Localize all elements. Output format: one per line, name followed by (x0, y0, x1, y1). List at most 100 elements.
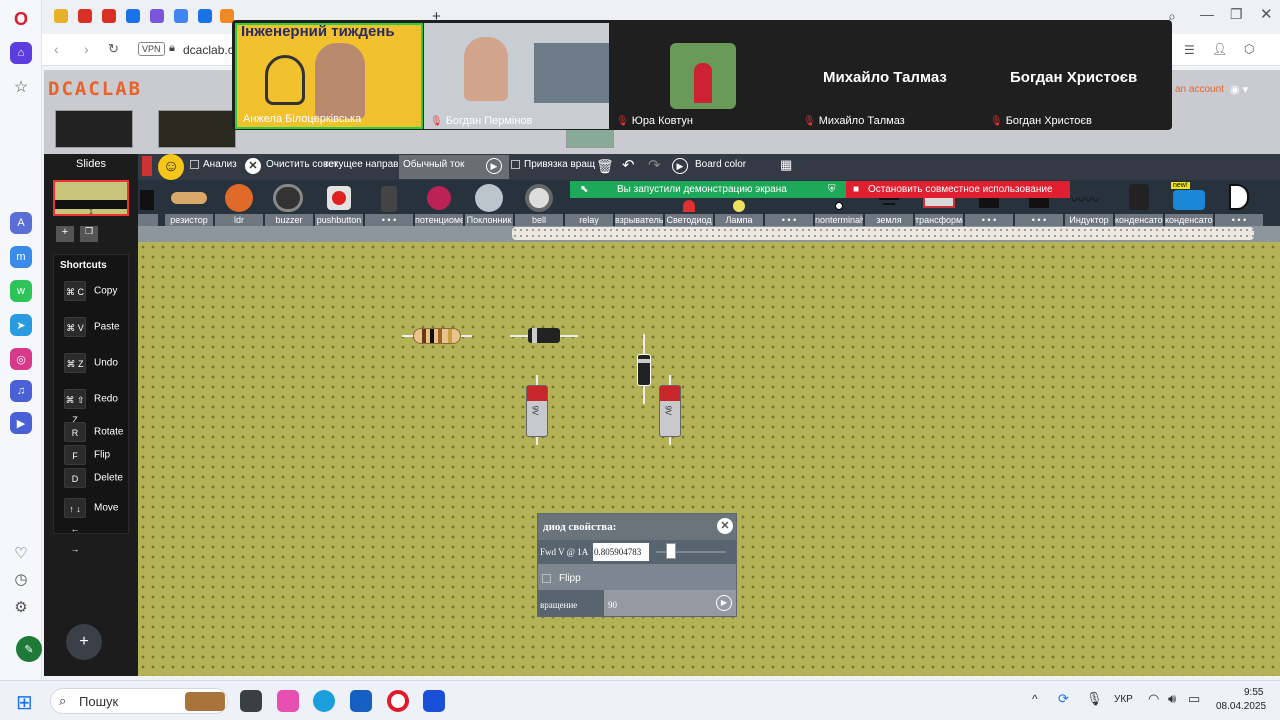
diode-component[interactable] (637, 354, 651, 386)
battery-icon[interactable]: ▭ (1188, 691, 1200, 707)
resistor-component[interactable] (413, 328, 461, 344)
volume-icon[interactable]: 🔊︎ (1168, 691, 1176, 707)
pen-icon[interactable]: ✎ (16, 636, 42, 662)
part-bell[interactable]: bell (515, 182, 563, 226)
opera-logo-icon[interactable]: O (10, 8, 32, 30)
vpn-badge[interactable]: VPN (138, 42, 165, 56)
undo-icon[interactable]: ↶ (622, 156, 635, 174)
close-icon[interactable]: ✕ (717, 518, 733, 534)
search-box[interactable]: ⌕ Пошук (50, 688, 228, 714)
windows-start-icon[interactable]: ⊞ (16, 690, 33, 715)
part-buzzer[interactable]: buzzer (265, 182, 313, 226)
settings-icon[interactable]: ⚙ (10, 596, 32, 618)
google-icon[interactable] (174, 9, 188, 23)
url-field[interactable]: dcaclab.c (183, 43, 234, 57)
rotation-value[interactable]: 90 (608, 600, 617, 610)
clear-icon[interactable]: ✕ (245, 158, 261, 174)
rotate-icon[interactable]: ▶ (716, 595, 732, 611)
clock-date[interactable]: 08.04.2025 (1216, 701, 1266, 712)
drive-icon[interactable] (126, 9, 140, 23)
copy-slide-button[interactable]: ❐ (80, 226, 98, 242)
part-resistor[interactable]: резистор (165, 182, 213, 226)
video-tile[interactable]: Інженерний тиждень Анжела Білоцерківська (235, 23, 423, 129)
stop-sharing-button[interactable]: ■ Остановить совместное использование (846, 181, 1070, 198)
tab-favicon[interactable] (150, 9, 164, 23)
home-icon[interactable]: ⌂ (10, 42, 32, 64)
breadboard-strip[interactable] (138, 226, 1280, 242)
opera-taskbar-icon[interactable] (387, 690, 409, 712)
aria-icon[interactable]: A (10, 212, 32, 234)
reload-icon[interactable]: ↻ (108, 41, 119, 57)
analysis-toggle[interactable]: Анализ (190, 159, 237, 170)
player-icon[interactable]: ▶ (10, 412, 32, 434)
pinboard-icon[interactable]: ☆ (10, 76, 32, 98)
zoom-icon[interactable] (423, 690, 445, 712)
edge-icon[interactable] (313, 690, 335, 712)
site-logo[interactable]: DCACLAB (48, 78, 142, 100)
snap-rotation-toggle[interactable]: Привязка вращ (511, 159, 595, 170)
history-icon[interactable]: ◷ (10, 568, 32, 590)
tab-favicon[interactable] (54, 9, 68, 23)
clock-time[interactable]: 9:55 (1244, 687, 1263, 698)
battery-component[interactable]: 9V (526, 385, 548, 437)
close-window-icon[interactable]: ✕ (1260, 5, 1273, 23)
copilot-icon[interactable] (277, 690, 299, 712)
slide-thumbnail[interactable]: 1 (53, 180, 129, 216)
slider-handle[interactable] (666, 543, 676, 559)
instagram-icon[interactable]: ◎ (10, 348, 32, 370)
video-tile[interactable]: Михайло Талмаз 🎙︎ Михайло Талмаз (797, 23, 983, 129)
store-icon[interactable] (350, 690, 372, 712)
restore-icon[interactable]: ❐ (1230, 6, 1243, 23)
template-thumbnail[interactable] (55, 110, 133, 148)
extensions-icon[interactable]: ⬡ (1244, 42, 1254, 56)
create-account-link[interactable]: an account (1175, 84, 1224, 95)
telegram-icon[interactable]: ➤ (10, 314, 32, 336)
battery-component[interactable]: 9V (659, 385, 681, 437)
task-view-icon[interactable] (240, 690, 262, 712)
part-more[interactable]: • • • (1215, 182, 1263, 226)
music-icon[interactable]: ♫ (10, 380, 32, 402)
template-thumbnail[interactable] (158, 110, 236, 148)
language-indicator[interactable]: УКР (1114, 694, 1133, 705)
minimize-icon[interactable]: — (1200, 6, 1214, 22)
trash-icon[interactable]: 🗑︎ (596, 158, 614, 175)
video-tile[interactable]: 🎙︎ Богдан Пермінов (424, 23, 609, 129)
heart-icon[interactable]: ♡ (10, 542, 32, 564)
language-icon[interactable]: ◉ ▾ (1230, 83, 1248, 96)
part-ldr[interactable]: ldr (215, 182, 263, 226)
fwd-voltage-input[interactable]: 0.805904783 (593, 543, 649, 561)
whatsapp-icon[interactable]: w (10, 280, 32, 302)
part-pushbutton[interactable]: pushbutton (315, 182, 363, 226)
part-fan[interactable]: Поклонник (465, 182, 513, 226)
add-fab-button[interactable]: + (66, 624, 102, 660)
video-tile[interactable]: 🎙︎ Юра Ковтун (610, 23, 796, 129)
part-more[interactable]: • • • (365, 182, 413, 226)
part-capacitor-new[interactable]: new! конденсатор (1165, 182, 1213, 226)
play-icon[interactable]: ▶ (486, 158, 502, 174)
gmail-icon[interactable] (102, 9, 116, 23)
tray-expand-icon[interactable]: ^ (1032, 692, 1038, 706)
smiley-icon[interactable]: ☺ (158, 154, 184, 180)
redo-icon[interactable]: ↷ (648, 156, 661, 174)
board-color-icon[interactable]: ▶ (672, 158, 688, 174)
current-direction-toggle[interactable]: текущее направ (324, 159, 398, 170)
forward-icon[interactable]: › (84, 41, 89, 57)
profile-icon[interactable]: 👤︎ (1212, 42, 1227, 56)
wifi-icon[interactable]: ◠ (1148, 691, 1159, 707)
menu-icon[interactable]: ☰ (1184, 43, 1195, 57)
flip-checkbox[interactable] (542, 574, 551, 583)
messenger-icon[interactable]: m (10, 246, 32, 268)
add-slide-button[interactable]: + (56, 226, 74, 242)
part-potentiometer[interactable]: потенциомет (415, 182, 463, 226)
board-color-button[interactable]: Board color (695, 159, 746, 170)
back-icon[interactable]: ‹ (54, 41, 59, 57)
building-icon[interactable]: ▦ (780, 157, 792, 173)
sync-icon[interactable]: ⟳ (1058, 691, 1069, 707)
drive-icon[interactable] (198, 9, 212, 23)
part-item[interactable] (138, 182, 158, 226)
diode-component[interactable] (528, 328, 560, 343)
microphone-icon[interactable]: 🎙︎ (1086, 691, 1103, 707)
gmail-icon[interactable] (78, 9, 92, 23)
video-tile[interactable]: Богдан Христоєв 🎙︎ Богдан Христоєв (984, 23, 1170, 129)
part-capacitor[interactable]: конденсатор (1115, 182, 1163, 226)
